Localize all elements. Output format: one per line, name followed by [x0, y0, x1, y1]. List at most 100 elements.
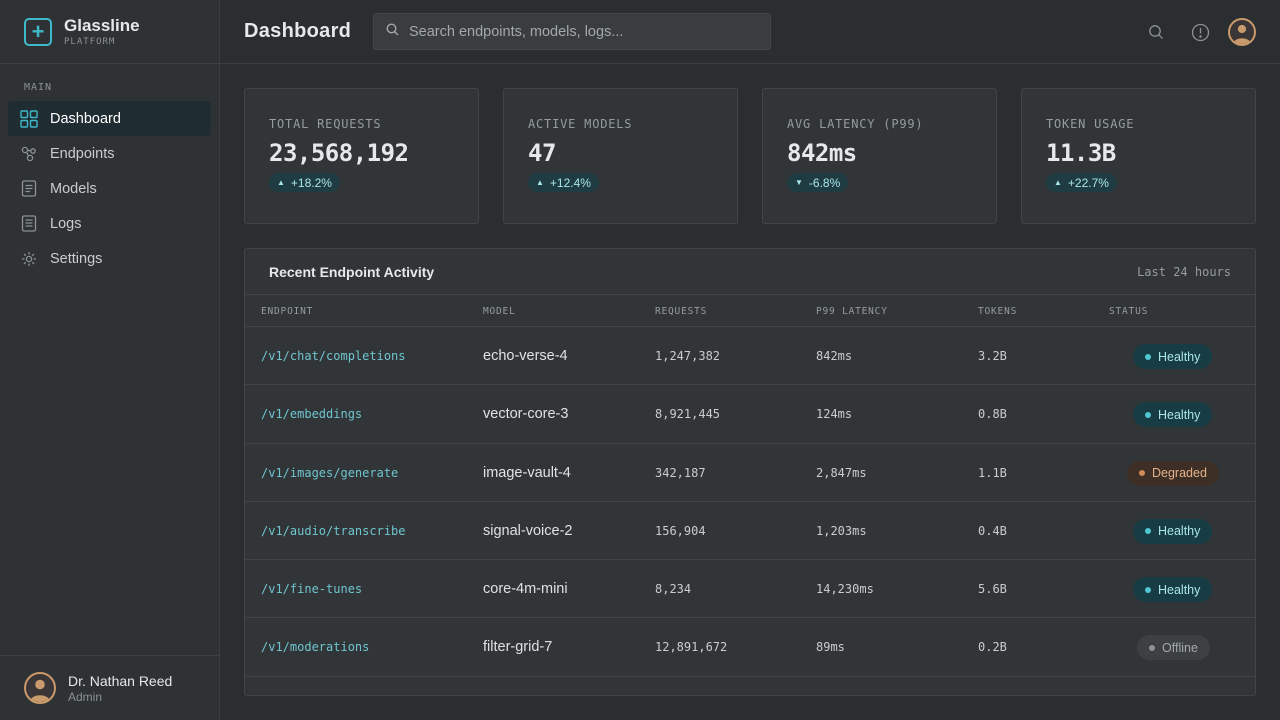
status-badge: Healthy [1133, 402, 1213, 428]
status-dot-icon [1145, 411, 1151, 418]
endpoint-path[interactable]: /v1/audio/transcribe [261, 524, 406, 538]
stat-delta-value: +22.7% [1067, 175, 1109, 190]
latency-value: 14,230ms [816, 582, 874, 597]
stat-card-avg-latency: AVG LATENCY (P99) 842ms ▼ -6.8% [762, 88, 997, 224]
topbar: Dashboard [220, 0, 1280, 64]
request-count: 8,234 [655, 582, 692, 597]
status-badge: Healthy [1133, 577, 1213, 603]
user-profile[interactable]: Dr. Nathan Reed Admin [0, 655, 219, 720]
request-count: 1,247,382 [655, 349, 721, 363]
request-count: 8,921,445 [655, 407, 721, 422]
table-row[interactable]: /v1/audio/transcribe signal-voice-2 156,… [245, 502, 1255, 561]
status-dot-icon [1149, 644, 1155, 651]
user-name: Dr. Nathan Reed [68, 672, 173, 689]
token-count: 1.1B [978, 465, 1007, 480]
stat-delta-value: +18.2% [290, 175, 332, 190]
endpoint-activity-panel: Recent Endpoint Activity Last 24 hours E… [244, 248, 1256, 696]
stat-value: 23,568,192 [269, 139, 409, 167]
stat-card-active-models: ACTIVE MODELS 47 ▲ +12.4% [503, 88, 738, 224]
alert-icon[interactable] [1190, 22, 1210, 42]
table-row[interactable]: /v1/moderations filter-grid-7 12,891,672… [245, 618, 1255, 677]
endpoint-path[interactable]: /v1/moderations [261, 640, 369, 654]
latency-value: 2,847ms [816, 465, 867, 480]
table-row[interactable]: /v1/chat/completions echo-verse-4 1,247,… [245, 327, 1255, 386]
latency-value: 842ms [816, 349, 853, 363]
brand[interactable]: + Glassline PLATFORM [0, 0, 219, 64]
endpoint-path[interactable]: /v1/chat/completions [261, 349, 406, 363]
column-header-status[interactable]: STATUS [1109, 306, 1148, 317]
stat-card-total-requests: TOTAL REQUESTS 23,568,192 ▲ +18.2% [244, 88, 479, 224]
column-header-requests[interactable]: REQUESTS [655, 306, 707, 317]
model-name: echo-verse-4 [483, 348, 568, 364]
sidebar-item-label: Models [50, 180, 97, 197]
plus-logo-icon: + [24, 17, 52, 46]
model-name: signal-voice-2 [483, 522, 573, 539]
sidebar-item-endpoints[interactable]: Endpoints [8, 136, 211, 171]
status-label: Healthy [1158, 524, 1201, 539]
table-row[interactable]: /v1/images/generate image-vault-4 342,18… [245, 444, 1255, 502]
sidebar: + Glassline PLATFORM MAIN Dashboard Endp… [0, 0, 220, 720]
avatar[interactable] [1228, 18, 1256, 46]
sidebar-item-logs[interactable]: Logs [8, 206, 211, 241]
model-name: core-4m-mini [483, 581, 568, 598]
stat-delta: ▲ +22.7% [1046, 173, 1117, 192]
column-header-tokens[interactable]: TOKENS [978, 306, 1017, 317]
page-title: Dashboard [244, 20, 352, 42]
status-badge: Offline [1137, 635, 1210, 661]
column-header-endpoint[interactable]: ENDPOINT [261, 306, 313, 317]
column-header-model[interactable]: MODEL [483, 306, 516, 317]
search-bar[interactable] [373, 13, 771, 50]
status-dot-icon [1145, 353, 1151, 360]
stat-label: TOTAL REQUESTS [269, 117, 382, 131]
stat-value: 47 [528, 139, 556, 167]
stat-value: 11.3B [1046, 139, 1116, 167]
stat-card-token-usage: TOKEN USAGE 11.3B ▲ +22.7% [1021, 88, 1256, 224]
stat-label: ACTIVE MODELS [528, 117, 633, 131]
stat-delta: ▲ +12.4% [528, 173, 599, 192]
table-row[interactable]: /v1/fine-tunes core-4m-mini 8,234 14,230… [245, 560, 1255, 619]
token-count: 5.6B [978, 582, 1007, 597]
latency-value: 124ms [816, 407, 853, 422]
table-row[interactable]: /v1/embeddings vector-core-3 8,921,445 1… [245, 385, 1255, 444]
stat-label: TOKEN USAGE [1046, 117, 1135, 131]
status-badge: Healthy [1133, 518, 1213, 544]
grid-icon [20, 109, 38, 128]
status-label: Degraded [1152, 466, 1207, 481]
column-header-latency[interactable]: P99 LATENCY [816, 306, 888, 317]
arrow-up-icon: ▲ [536, 178, 544, 187]
status-label: Offline [1162, 640, 1198, 655]
avatar [24, 672, 56, 704]
sidebar-item-models[interactable]: Models [8, 171, 211, 206]
model-name: filter-grid-7 [483, 639, 553, 656]
model-name: vector-core-3 [483, 406, 569, 423]
status-dot-icon [1145, 586, 1151, 593]
endpoint-path[interactable]: /v1/fine-tunes [261, 582, 362, 596]
nav-section-label: MAIN [24, 82, 53, 93]
stat-delta: ▼ -6.8% [787, 173, 849, 192]
stat-delta-value: +12.4% [549, 175, 591, 190]
status-badge: Healthy [1133, 344, 1213, 369]
request-count: 342,187 [655, 465, 706, 480]
panel-title: Recent Endpoint Activity [269, 264, 435, 280]
document-icon [20, 180, 38, 198]
token-count: 0.8B [978, 407, 1007, 422]
status-dot-icon [1145, 528, 1151, 535]
sidebar-item-dashboard[interactable]: Dashboard [8, 101, 211, 136]
sidebar-item-settings[interactable]: Settings [8, 241, 211, 276]
status-label: Healthy [1158, 582, 1201, 597]
sidebar-item-label: Dashboard [50, 110, 121, 127]
status-label: Healthy [1158, 349, 1201, 364]
time-range[interactable]: Last 24 hours [1137, 265, 1231, 279]
nodes-icon [20, 145, 38, 163]
model-name: image-vault-4 [483, 464, 571, 481]
search-input[interactable] [409, 23, 749, 40]
token-count: 0.4B [978, 523, 1007, 538]
request-count: 156,904 [655, 523, 706, 538]
search-icon[interactable] [1146, 22, 1166, 42]
endpoint-path[interactable]: /v1/images/generate [261, 466, 398, 480]
token-count: 3.2B [978, 349, 1007, 363]
status-label: Healthy [1158, 407, 1201, 422]
endpoint-path[interactable]: /v1/embeddings [261, 407, 362, 421]
user-role: Admin [68, 689, 103, 704]
sidebar-item-label: Settings [50, 250, 103, 267]
